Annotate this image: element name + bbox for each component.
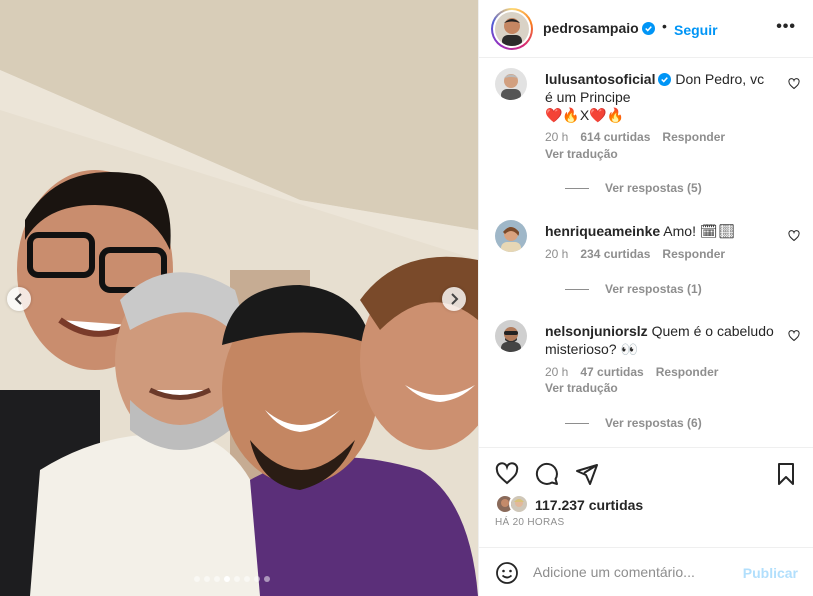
verified-badge-icon [658,73,672,86]
likes-number: 117.237 [535,497,585,513]
comment-like-heart-icon[interactable] [788,330,800,342]
likes-word: curtidas [588,497,644,513]
view-replies-button[interactable]: Ver respostas (6) [565,416,702,430]
carousel-dot [194,576,200,582]
replies-line [565,288,589,290]
commenter-avatar[interactable] [495,68,527,100]
author-username[interactable]: pedrosampaio [543,20,655,36]
add-comment-bar: Publicar [479,547,813,596]
carousel-dot [244,576,250,582]
replies-line [565,422,589,424]
carousel-prev-button[interactable] [7,287,31,311]
selfie-photo [0,0,478,596]
comment-text-block: henriqueameinke Amo! 🗓🏻 [545,222,775,240]
comments-list: lulusantosoficial Don Pedro, vc é um Pri… [479,58,813,448]
post-timestamp[interactable]: HÁ 20 HORAS [495,517,564,528]
commenter-username[interactable]: nelsonjuniorslz [545,323,648,339]
carousel-next-button[interactable] [442,287,466,311]
liker-avatar [509,494,529,514]
bookmark-icon[interactable] [774,462,798,486]
chevron-right-icon [451,293,459,305]
chevron-left-icon [14,293,22,305]
comment-emoji-line: ❤️🔥X❤️🔥 [545,107,625,123]
see-translation-button[interactable]: Ver tradução [545,381,618,395]
heart-icon[interactable] [495,462,519,486]
share-icon[interactable] [575,462,599,486]
post-side-panel: pedrosampaio • Seguir ••• lulusantosofic… [478,0,813,596]
reply-button[interactable]: Responder [662,130,725,144]
post-actions: 117.237 curtidas HÁ 20 HORAS [479,447,813,547]
comment-text-block: lulusantosoficial Don Pedro, vc é um Pri… [545,70,775,124]
header-separator: • [662,18,667,34]
likers-avatars[interactable] [495,494,529,514]
comment-like-heart-icon[interactable] [788,230,800,242]
comment-likes[interactable]: 47 curtidas [580,365,643,379]
comment-text-block: nelsonjuniorslz Quem é o cabeludo mister… [545,322,775,358]
publish-button[interactable]: Publicar [743,565,798,581]
comment-likes[interactable]: 234 curtidas [580,247,650,261]
replies-line [565,187,589,189]
follow-button[interactable]: Seguir [674,22,718,38]
commenter-avatar[interactable] [495,320,527,352]
comment-item: lulusantosoficial Don Pedro, vc é um Pri… [495,68,800,208]
verified-badge-icon [641,22,655,35]
view-replies-button[interactable]: Ver respostas (5) [565,181,702,195]
comment-meta: 20 h 614 curtidas Responder [545,130,725,144]
commenter-avatar[interactable] [495,220,527,252]
view-replies-label[interactable]: Ver respostas (6) [605,416,702,430]
post-photo[interactable] [0,0,478,596]
carousel-dot [224,576,230,582]
view-replies-button[interactable]: Ver respostas (1) [565,282,702,296]
carousel-dot [214,576,220,582]
more-options-icon[interactable]: ••• [776,18,796,36]
reply-button[interactable]: Responder [662,247,725,261]
comment-item: nelsonjuniorslz Quem é o cabeludo mister… [495,320,800,440]
view-replies-label[interactable]: Ver respostas (1) [605,282,702,296]
emoji-icon[interactable] [495,561,519,585]
reply-button[interactable]: Responder [656,365,719,379]
carousel-dot [254,576,260,582]
comment-text: Amo! 🗓🏻 [663,223,736,239]
comment-time[interactable]: 20 h [545,130,568,144]
comment-meta: 20 h 234 curtidas Responder [545,247,725,261]
comment-time[interactable]: 20 h [545,247,568,261]
post-header: pedrosampaio • Seguir ••• [479,0,813,58]
comment-input[interactable] [533,560,733,584]
carousel-dot [264,576,270,582]
comment-item: henriqueameinke Amo! 🗓🏻 20 h 234 curtida… [495,220,800,310]
carousel-dot [234,576,240,582]
comment-meta: 20 h 47 curtidas Responder [545,365,718,379]
comment-time[interactable]: 20 h [545,365,568,379]
comment-icon[interactable] [535,462,559,486]
commenter-username[interactable]: lulusantosoficial [545,71,655,87]
commenter-username[interactable]: henriqueameinke [545,223,660,239]
see-translation-button[interactable]: Ver tradução [545,147,618,161]
carousel-dot [204,576,210,582]
author-avatar[interactable] [491,8,533,50]
carousel-indicator [194,576,270,582]
comment-likes[interactable]: 614 curtidas [580,130,650,144]
author-username-text[interactable]: pedrosampaio [543,20,639,36]
comment-like-heart-icon[interactable] [788,78,800,90]
view-replies-label[interactable]: Ver respostas (5) [605,181,702,195]
likes-count[interactable]: 117.237 curtidas [535,497,643,513]
